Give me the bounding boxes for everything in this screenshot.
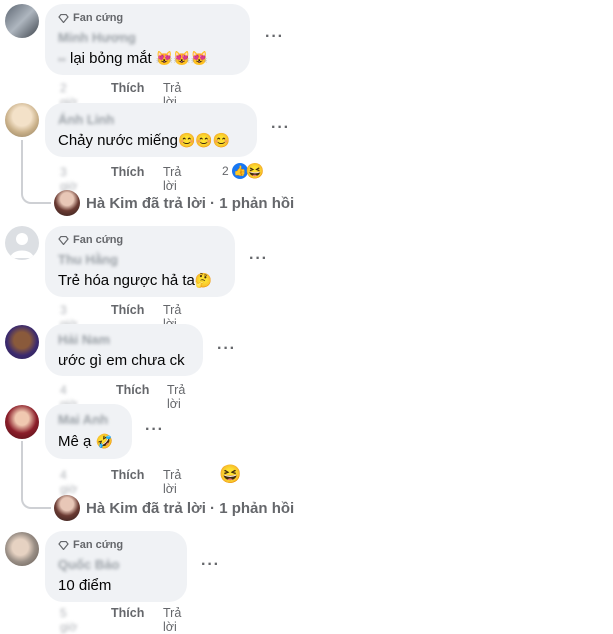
badge-label: Fan cứng	[73, 539, 124, 551]
more-options-icon[interactable]: ···	[201, 556, 220, 574]
reply-summary-text: Hà Kim đã trả lời · 1 phản hồi	[86, 499, 295, 517]
default-avatar-icon	[10, 233, 34, 258]
like-button[interactable]: Thích	[111, 165, 144, 179]
replier-avatar	[54, 190, 80, 216]
avatar[interactable]	[5, 226, 39, 260]
reply-button[interactable]: Trả lời	[163, 165, 181, 193]
more-options-icon[interactable]: ···	[265, 28, 284, 46]
diamond-icon	[58, 540, 69, 550]
comment-body: lại bỏng mắt	[69, 50, 152, 67]
comment-text: ▪▪ lại bỏng mắt 😻😻😻	[58, 50, 208, 67]
fan-badge: Fan cứng	[58, 12, 123, 24]
haha-reaction-icon: 😆	[245, 163, 265, 180]
comment-body: Chảy nước miếng	[58, 132, 178, 149]
comment-text: 10 điểm	[58, 577, 112, 594]
avatar[interactable]	[5, 4, 39, 38]
comment-bubble: Fan cứng Quốc Bảo 10 điểm	[45, 531, 187, 602]
comment-bubble: Mai Anh Mê ạ 🤣	[45, 404, 132, 459]
commenter-name[interactable]: Ánh Linh	[58, 112, 114, 127]
commenter-name[interactable]: Thu Hằng	[58, 252, 118, 267]
comment-body: Mê ạ	[58, 433, 92, 450]
reply-button[interactable]: Trả lời	[167, 383, 185, 411]
commenter-name[interactable]: Quốc Bảo	[58, 557, 119, 572]
diamond-icon	[58, 13, 69, 23]
timestamp[interactable]: 3 giờ	[60, 165, 77, 193]
like-button[interactable]: Thích	[111, 468, 144, 482]
comment-text: Trẻ hóa ngược hả ta🤔	[58, 272, 212, 289]
comment-text: Chảy nước miếng😊😊😊	[58, 132, 230, 149]
avatar[interactable]	[5, 405, 39, 439]
diamond-icon	[58, 235, 69, 245]
comment-bubble: Hải Nam ước gì em chưa ck	[45, 324, 203, 376]
fan-badge: Fan cứng	[58, 539, 123, 551]
timestamp[interactable]: 5 giờ	[60, 606, 77, 634]
thread-connector	[21, 441, 51, 509]
more-options-icon[interactable]: ···	[217, 340, 236, 358]
haha-reaction-icon[interactable]: 😆	[219, 464, 241, 485]
commenter-name[interactable]: Mai Anh	[58, 412, 108, 427]
reply-summary-text: Hà Kim đã trả lời · 1 phản hồi	[86, 194, 295, 212]
timestamp[interactable]: 4 giờ	[60, 468, 77, 496]
comment-bubble: Fan cứng Thu Hằng Trẻ hóa ngược hả ta🤔	[45, 226, 235, 297]
like-button[interactable]: Thích	[111, 81, 144, 95]
reply-button[interactable]: Trả lời	[163, 606, 181, 634]
fan-badge: Fan cứng	[58, 234, 123, 246]
view-replies-link[interactable]: Hà Kim đã trả lời · 1 phản hồi	[54, 190, 294, 216]
badge-label: Fan cứng	[73, 12, 124, 24]
replier-avatar	[54, 495, 80, 521]
comment-emoji: 🤣	[95, 433, 113, 449]
more-options-icon[interactable]: ···	[249, 250, 268, 268]
avatar[interactable]	[5, 325, 39, 359]
comment-emoji: 🤔	[194, 272, 213, 288]
avatar[interactable]	[5, 103, 39, 137]
reaction-count: 2	[222, 164, 229, 178]
like-button[interactable]: Thích	[111, 606, 144, 620]
comment-body: Trẻ hóa ngược hả ta	[58, 272, 195, 289]
badge-label: Fan cứng	[73, 234, 124, 246]
like-button[interactable]: Thích	[116, 383, 149, 397]
more-options-icon[interactable]: ···	[271, 119, 290, 137]
redacted-prefix: ▪▪	[58, 54, 66, 66]
comment-bubble: Ánh Linh Chảy nước miếng😊😊😊	[45, 103, 257, 157]
more-options-icon[interactable]: ···	[145, 421, 164, 439]
like-button[interactable]: Thích	[111, 303, 144, 317]
commenter-name[interactable]: Minh Hương	[58, 30, 136, 45]
view-replies-link[interactable]: Hà Kim đã trả lời · 1 phản hồi	[54, 495, 294, 521]
reaction-summary[interactable]: 2 👍 😆	[222, 162, 264, 180]
comment-text: ước gì em chưa ck	[58, 352, 185, 369]
comment-bubble: Fan cứng Minh Hương ▪▪ lại bỏng mắt 😻😻😻	[45, 4, 250, 75]
avatar[interactable]	[5, 532, 39, 566]
commenter-name[interactable]: Hải Nam	[58, 332, 110, 347]
thread-connector	[21, 140, 51, 204]
comment-emoji: 😻😻😻	[155, 50, 209, 66]
comment-text: Mê ạ 🤣	[58, 433, 113, 450]
reply-button[interactable]: Trả lời	[163, 468, 181, 496]
comment-emoji: 😊😊😊	[177, 132, 231, 148]
